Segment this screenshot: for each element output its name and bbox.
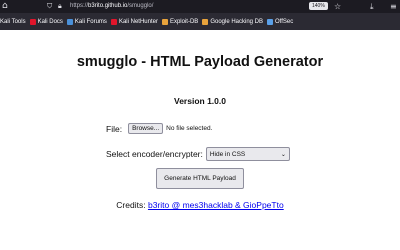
shield-icon[interactable]: ⛉ (47, 1, 52, 12)
bookmark-kali-forums[interactable]: Kali Forums (66, 18, 107, 25)
bookmark-kali-nethunter-label: Kali NetHunter (118, 18, 158, 25)
ghdb-icon (202, 18, 209, 25)
chevron-down-icon: ⌄ (280, 151, 286, 158)
bookmark-kali-tools-label: Kali Tools (0, 18, 26, 25)
extensions-icon[interactable]: ≡ (390, 1, 397, 12)
browser-chrome: ⌂ ⛉ 🔒︎ https://b3rito.github.io/smugglo/… (0, 0, 400, 30)
bookmark-exploit-db[interactable]: Exploit-DB (161, 18, 199, 25)
bookmarks-bar: Kali Tools Kali Docs Kali Forums Kali Ne… (0, 13, 400, 30)
encoder-select-value: Hide in CSS (209, 150, 246, 158)
offsec-icon (267, 18, 274, 25)
bookmark-exploit-db-label: Exploit-DB (169, 18, 199, 25)
credits-link[interactable]: b3rito @ mes3hacklab & GioPpeTto (148, 200, 284, 210)
generate-button[interactable]: Generate HTML Payload (156, 168, 244, 189)
credits-label: Credits: (116, 200, 146, 210)
bookmark-google-hacking-db-label: Google Hacking DB (210, 18, 264, 25)
page-content: smugglo - HTML Payload Generator Version… (0, 30, 400, 250)
encoder-label: Select encoder/encrypter: (106, 149, 203, 159)
lock-icon[interactable]: 🔒︎ (58, 1, 62, 12)
bookmark-kali-docs-label: Kali Docs (37, 18, 63, 25)
bookmark-star-icon[interactable]: ☆ (334, 1, 341, 12)
home-icon[interactable]: ⌂ (2, 1, 8, 12)
address-bar[interactable]: ⌂ ⛉ 🔒︎ https://b3rito.github.io/smugglo/… (0, 0, 400, 13)
kali-forums-icon (66, 18, 73, 25)
no-file-text: No file selected. (166, 125, 213, 132)
bookmark-offsec[interactable]: OffSec (267, 18, 294, 25)
encoder-row: Select encoder/encrypter: Hide in CSS ⌄ (106, 147, 290, 161)
exploit-db-icon (161, 18, 168, 25)
file-label: File: (106, 123, 123, 134)
bookmark-kali-docs[interactable]: Kali Docs (29, 18, 63, 25)
encoder-select[interactable]: Hide in CSS ⌄ (205, 147, 290, 161)
version-text: Version 1.0.0 (174, 96, 226, 106)
browse-button[interactable]: Browse... (128, 123, 164, 134)
zoom-indicator[interactable]: 140% (309, 2, 328, 10)
file-row: File: Browse... No file selected. (106, 123, 212, 134)
credits: Credits: b3rito @ mes3hacklab & GioPpeTt… (0, 200, 400, 210)
kali-nethunter-icon (110, 18, 117, 25)
page-title: smugglo - HTML Payload Generator (76, 54, 324, 70)
download-icon[interactable]: ⤓ (370, 1, 374, 12)
bookmark-kali-forums-label: Kali Forums (74, 18, 107, 25)
kali-docs-icon (29, 18, 36, 25)
bookmark-kali-nethunter[interactable]: Kali NetHunter (110, 18, 158, 25)
url-text[interactable]: https://b3rito.github.io/smugglo/ (70, 1, 153, 12)
bookmark-offsec-label: OffSec (275, 18, 294, 25)
bookmark-google-hacking-db[interactable]: Google Hacking DB (202, 18, 264, 25)
bookmark-kali-tools[interactable]: Kali Tools (0, 19, 26, 25)
